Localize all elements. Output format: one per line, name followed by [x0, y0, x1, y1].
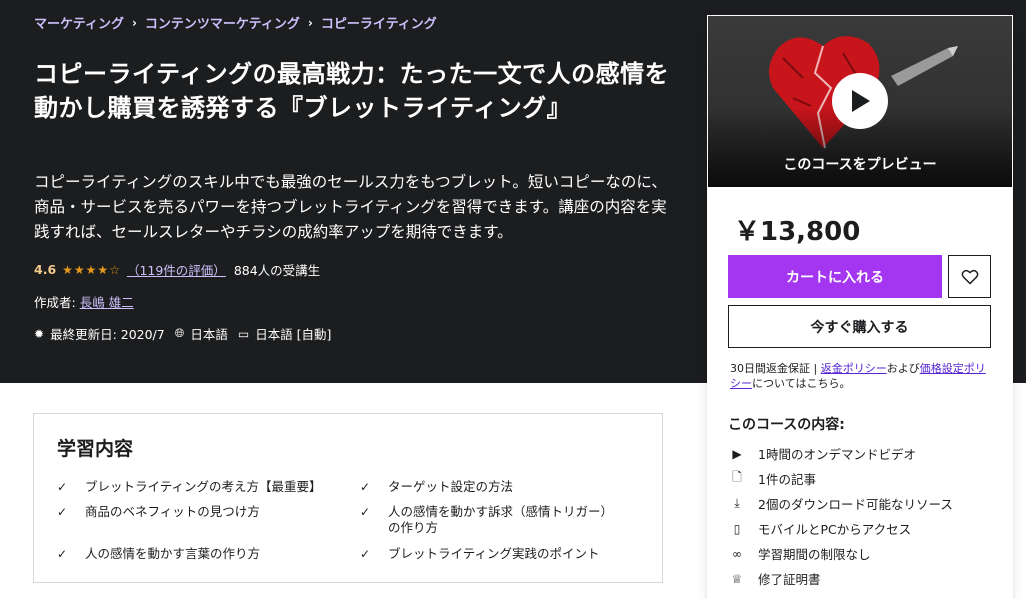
reviews-link[interactable]: （119件の評価） — [127, 260, 226, 279]
rating-score: 4.6 — [34, 262, 57, 277]
wishlist-button[interactable] — [948, 255, 991, 298]
course-captions: 日本語 [自動] — [255, 327, 332, 342]
list-item: ✓ ブレットライティング実践のポイント — [360, 546, 600, 561]
check-icon: ✓ — [57, 480, 68, 494]
purchase-sidebar: このコースをプレビュー ￥13,800 カートに入れる 今すぐ購入する 30日間… — [707, 15, 1013, 599]
check-icon: ✓ — [360, 505, 371, 519]
play-button[interactable] — [832, 73, 888, 129]
list-item: ✓ 人の感情を動かす訴求（感情トリガー）の作り方 — [360, 504, 614, 535]
breadcrumb-item-copywriting[interactable]: コピーライティング — [321, 13, 437, 32]
list-item: ♕ 修了証明書 — [728, 566, 953, 591]
list-item: ✓ 商品のベネフィットの見つけ方 — [57, 504, 260, 519]
star-rating-icon: ★★★★☆ — [62, 262, 121, 277]
list-item: ✓ ターゲット設定の方法 — [360, 479, 514, 494]
check-icon: ✓ — [360, 547, 371, 561]
learn-column-right: ✓ ターゲット設定の方法 ✓ 人の感情を動かす訴求（感情トリガー）の作り方 ✓ ブレッ… — [360, 479, 645, 562]
chevron-right-icon: › — [307, 15, 313, 30]
course-subtitle: コピーライティングのスキル中でも最強のセールス力をもつブレット。短いコピーなのに… — [34, 173, 667, 241]
author-link[interactable]: 長嶋 雄二 — [80, 292, 134, 311]
list-item: ∞ 学習期間の制限なし — [728, 541, 953, 566]
what-you-will-learn: 学習内容 ✓ ブレットライティングの考え方【最重要】 ✓ 商品のベネフィットの見つけ… — [33, 413, 663, 583]
author-row: 作成者: 長嶋 雄二 — [34, 292, 134, 311]
course-price: ￥13,800 — [734, 217, 861, 247]
course-title: コピーライティングの最高戦力：たった一文で人の感情を動かし購買を誘発する『ブレッ… — [34, 60, 670, 122]
check-icon: ✓ — [57, 547, 68, 561]
learn-title: 学習内容 — [57, 438, 134, 460]
add-to-cart-button[interactable]: カートに入れる — [728, 255, 942, 298]
breadcrumb-item-content-marketing[interactable]: コンテンツマーケティング — [145, 13, 300, 32]
refund-policy-link[interactable]: 返金ポリシー — [821, 362, 887, 375]
money-back-guarantee: 30日間返金保証 | 返金ポリシーおよび価格設定ポリシーについてはこちら。 — [730, 362, 986, 390]
infinity-icon: ∞ — [732, 546, 742, 561]
learn-column-left: ✓ ブレットライティングの考え方【最重要】 ✓ 商品のベネフィットの見つけ方 ✓ 人の… — [57, 479, 342, 562]
list-item: 🗋︎ 1件の記事 — [728, 466, 953, 491]
list-item: ✓ 人の感情を動かす言葉の作り方 — [57, 546, 261, 561]
check-icon: ✓ — [57, 505, 68, 519]
rating-row: 4.6 ★★★★☆ （119件の評価） 884人の受講生 — [34, 260, 320, 279]
course-preview[interactable]: このコースをプレビュー — [708, 16, 1012, 187]
chevron-right-icon: › — [131, 15, 137, 30]
captions-icon: ▭ — [237, 326, 250, 341]
students-count: 884人の受講生 — [233, 263, 321, 278]
download-icon: ⤓ — [734, 496, 740, 510]
check-icon: ✓ — [360, 480, 371, 494]
preview-label: このコースをプレビュー — [783, 157, 937, 173]
list-item: ⤓ 2個のダウンロード可能なリソース — [728, 491, 953, 516]
alert-badge-icon: ✹ — [34, 326, 45, 341]
play-icon — [852, 90, 870, 112]
list-item: ▶ 1時間のオンデマンドビデオ — [728, 441, 953, 466]
article-icon: 🗋︎ — [732, 470, 742, 484]
breadcrumb-item-marketing[interactable]: マーケティング — [34, 13, 124, 32]
heart-icon — [961, 269, 978, 285]
mobile-icon: ▯ — [733, 521, 741, 536]
list-item: ✓ ブレットライティングの考え方【最重要】 — [57, 479, 322, 494]
last-updated: 最終更新日: 2020/7 — [50, 327, 165, 342]
buy-now-button[interactable]: 今すぐ購入する — [728, 305, 991, 348]
globe-icon: 🌐︎ — [174, 326, 185, 340]
list-item: ▯ モバイルとPCからアクセス — [728, 516, 953, 541]
meta-row: ✹ 最終更新日: 2020/7 🌐︎ 日本語 ▭ 日本語 [自動] — [34, 324, 341, 343]
trophy-icon: ♕ — [731, 571, 743, 586]
video-icon: ▶ — [732, 446, 742, 461]
includes-list: ▶ 1時間のオンデマンドビデオ 🗋︎ 1件の記事 ⤓ 2個のダウンロード可能なリソース… — [728, 441, 953, 591]
course-language: 日本語 — [190, 327, 228, 342]
includes-title: このコースの内容: — [728, 417, 845, 433]
breadcrumb: マーケティング › コンテンツマーケティング › コピーライティング — [34, 13, 437, 33]
author-label: 作成者: — [34, 295, 76, 310]
